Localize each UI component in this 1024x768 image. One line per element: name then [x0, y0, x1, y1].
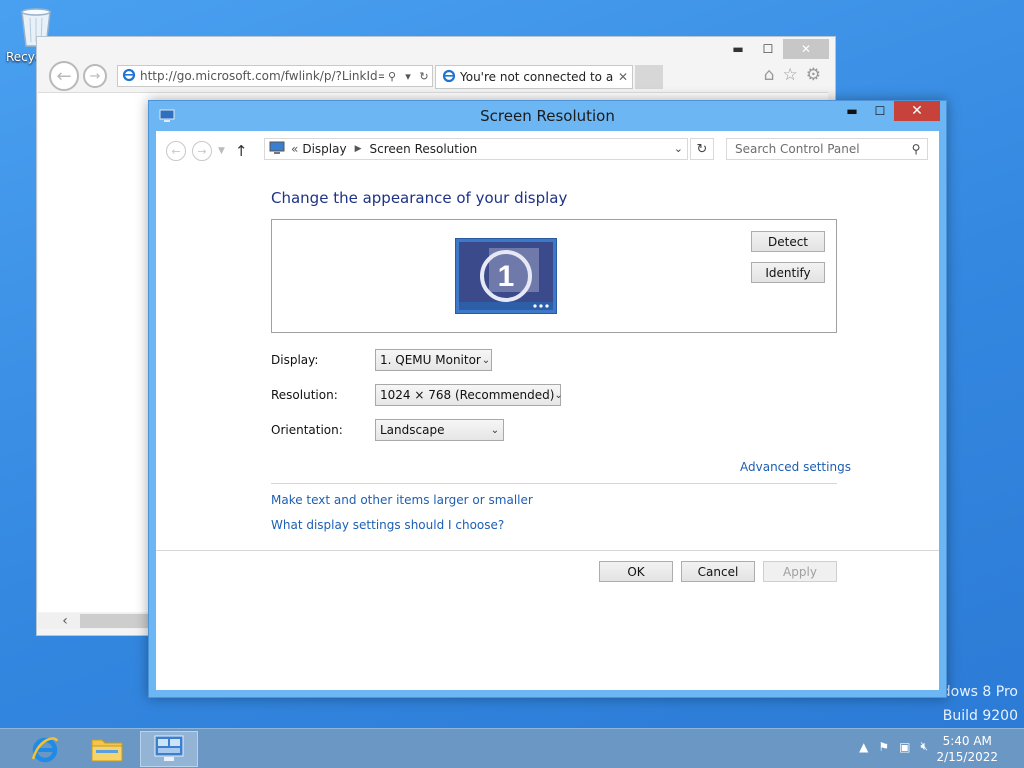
browser-tab[interactable]: You're not connected to a ... ✕ [435, 65, 633, 89]
ok-button[interactable]: OK [599, 561, 673, 582]
internet-explorer-icon [31, 737, 59, 763]
resolution-select-value[interactable]: 1024 × 768 (Recommended) [380, 388, 554, 402]
browser-caption-buttons: ▬ ☐ ✕ [723, 39, 829, 59]
control-panel-icon [154, 735, 184, 761]
os-watermark-edition: dows 8 Pro [941, 684, 1018, 700]
os-watermark-build: Build 9200 [942, 708, 1018, 724]
system-tray: ▲ ⚑ ▣ 🔇︎ [859, 739, 928, 754]
taskbar-internet-explorer[interactable] [16, 731, 74, 767]
display-select[interactable]: 1. QEMU Monitor ⌄ [375, 349, 492, 371]
browser-tools: ⌂ ☆ ⚙ [764, 65, 821, 85]
breadcrumb-item-display[interactable]: Display [302, 142, 346, 156]
display-label: Display: [271, 353, 319, 367]
search-icon[interactable]: ⚲ [384, 70, 400, 83]
divider [156, 550, 939, 551]
breadcrumb-separator-icon[interactable]: ▶ [355, 144, 362, 154]
window-caption-buttons: ▬ ☐ ✕ [838, 101, 940, 121]
search-input[interactable]: Search Control Panel ⚲ [726, 138, 928, 160]
scrollbar-thumb[interactable] [80, 614, 150, 628]
up-arrow-icon[interactable]: ↑ [235, 142, 248, 160]
favorites-star-icon[interactable]: ☆ [783, 65, 798, 85]
scroll-left-icon[interactable]: ‹ [56, 613, 74, 629]
search-icon[interactable]: ⚲ [905, 142, 927, 156]
title-bar[interactable]: Screen Resolution ▬ ☐ ✕ [149, 101, 946, 131]
home-icon[interactable]: ⌂ [764, 65, 775, 85]
tab-close-icon[interactable]: ✕ [614, 70, 632, 84]
chevron-down-icon[interactable]: ⌄ [487, 425, 503, 436]
screen-resolution-window: Screen Resolution ▬ ☐ ✕ ← → ▼ ↑ « Displa… [148, 100, 947, 698]
browser-tab-title: You're not connected to a ... [460, 70, 614, 84]
cancel-button[interactable]: Cancel [681, 561, 755, 582]
monitor-number: 1 [498, 260, 515, 293]
orientation-select[interactable]: Landscape ⌄ [375, 419, 504, 441]
taskbar-file-explorer[interactable] [78, 731, 136, 767]
clock-time: 5:40 AM [942, 734, 992, 748]
show-hidden-icons-icon[interactable]: ▲ [859, 740, 868, 754]
control-panel-icon [269, 141, 285, 158]
apply-button[interactable]: Apply [763, 561, 837, 582]
resolution-select[interactable]: 1024 × 768 (Recommended) ⌄ [375, 384, 563, 406]
new-tab-button[interactable] [635, 65, 663, 89]
orientation-label: Orientation: [271, 423, 343, 437]
advanced-settings-link[interactable]: Advanced settings [740, 460, 851, 474]
page-title: Change the appearance of your display [271, 189, 568, 207]
browser-minimize-button[interactable]: ▬ [723, 39, 753, 59]
clock[interactable]: 5:40 AM 2/15/2022 [936, 733, 998, 765]
nav-buttons: ← → ▼ ↑ [166, 141, 248, 161]
browser-close-button[interactable]: ✕ [783, 39, 829, 59]
maximize-button[interactable]: ☐ [866, 101, 894, 121]
display-select-value[interactable]: 1. QEMU Monitor [380, 353, 481, 367]
forward-arrow-icon[interactable]: → [192, 141, 212, 161]
address-url[interactable]: http://go.microsoft.com/fwlink/p/?LinkId… [140, 69, 384, 83]
address-dropdown-icon[interactable]: ▾ [400, 70, 416, 83]
browser-maximize-button[interactable]: ☐ [753, 39, 783, 59]
clock-date: 2/15/2022 [936, 750, 998, 764]
chevron-down-icon[interactable]: ⌄ [481, 355, 491, 366]
search-placeholder[interactable]: Search Control Panel [735, 142, 905, 156]
recent-locations-icon[interactable]: ▼ [218, 146, 225, 156]
breadcrumb[interactable]: « Display ▶ Screen Resolution ⌄ [264, 138, 688, 160]
desktop: Recyc dows 8 Pro Build 9200 ▬ ☐ ✕ ← → ht… [0, 0, 1024, 728]
browser-address-bar[interactable]: http://go.microsoft.com/fwlink/p/?LinkId… [117, 65, 433, 87]
orientation-select-value[interactable]: Landscape [380, 423, 487, 437]
folder-icon [91, 739, 123, 762]
display-settings-help-link[interactable]: What display settings should I choose? [271, 518, 504, 532]
forward-arrow-icon[interactable]: → [83, 64, 107, 88]
close-button[interactable]: ✕ [894, 101, 940, 121]
chevron-down-icon[interactable]: ⌄ [554, 390, 562, 401]
refresh-icon[interactable]: ↻ [690, 138, 714, 160]
breadcrumb-item-screen-resolution[interactable]: Screen Resolution [370, 142, 478, 156]
window-body: ← → ▼ ↑ « Display ▶ Screen Resolution ⌄ … [156, 131, 939, 690]
action-center-flag-icon[interactable]: ⚑ [878, 740, 889, 754]
detect-button[interactable]: Detect [751, 231, 825, 252]
resolution-label: Resolution: [271, 388, 338, 402]
navigation-bar: ← → ▼ ↑ « Display ▶ Screen Resolution ⌄ … [156, 131, 939, 169]
identify-button[interactable]: Identify [751, 262, 825, 283]
monitor-preview: 1 Detect Identify [271, 219, 837, 333]
network-disconnected-icon[interactable]: ▣ [899, 740, 910, 754]
volume-muted-icon[interactable]: 🔇︎ [920, 739, 928, 754]
text-size-link[interactable]: Make text and other items larger or smal… [271, 493, 533, 507]
browser-nav: ← → [49, 61, 107, 91]
address-dropdown-icon[interactable]: ⌄ [674, 142, 683, 155]
back-arrow-icon[interactable]: ← [166, 141, 186, 161]
ie-page-icon [122, 68, 136, 85]
monitor-1-icon[interactable]: 1 [455, 238, 557, 314]
taskbar: ▲ ⚑ ▣ 🔇︎ 5:40 AM 2/15/2022 [0, 728, 1024, 768]
back-arrow-icon[interactable]: ← [49, 61, 79, 91]
minimize-button[interactable]: ▬ [838, 101, 866, 121]
breadcrumb-overflow[interactable]: « [291, 142, 298, 156]
taskbar-control-panel[interactable] [140, 731, 198, 767]
gear-icon[interactable]: ⚙ [806, 65, 821, 85]
divider [271, 483, 837, 484]
refresh-icon[interactable]: ↻ [416, 70, 432, 83]
ie-tab-icon [442, 69, 456, 86]
window-title: Screen Resolution [480, 107, 615, 125]
